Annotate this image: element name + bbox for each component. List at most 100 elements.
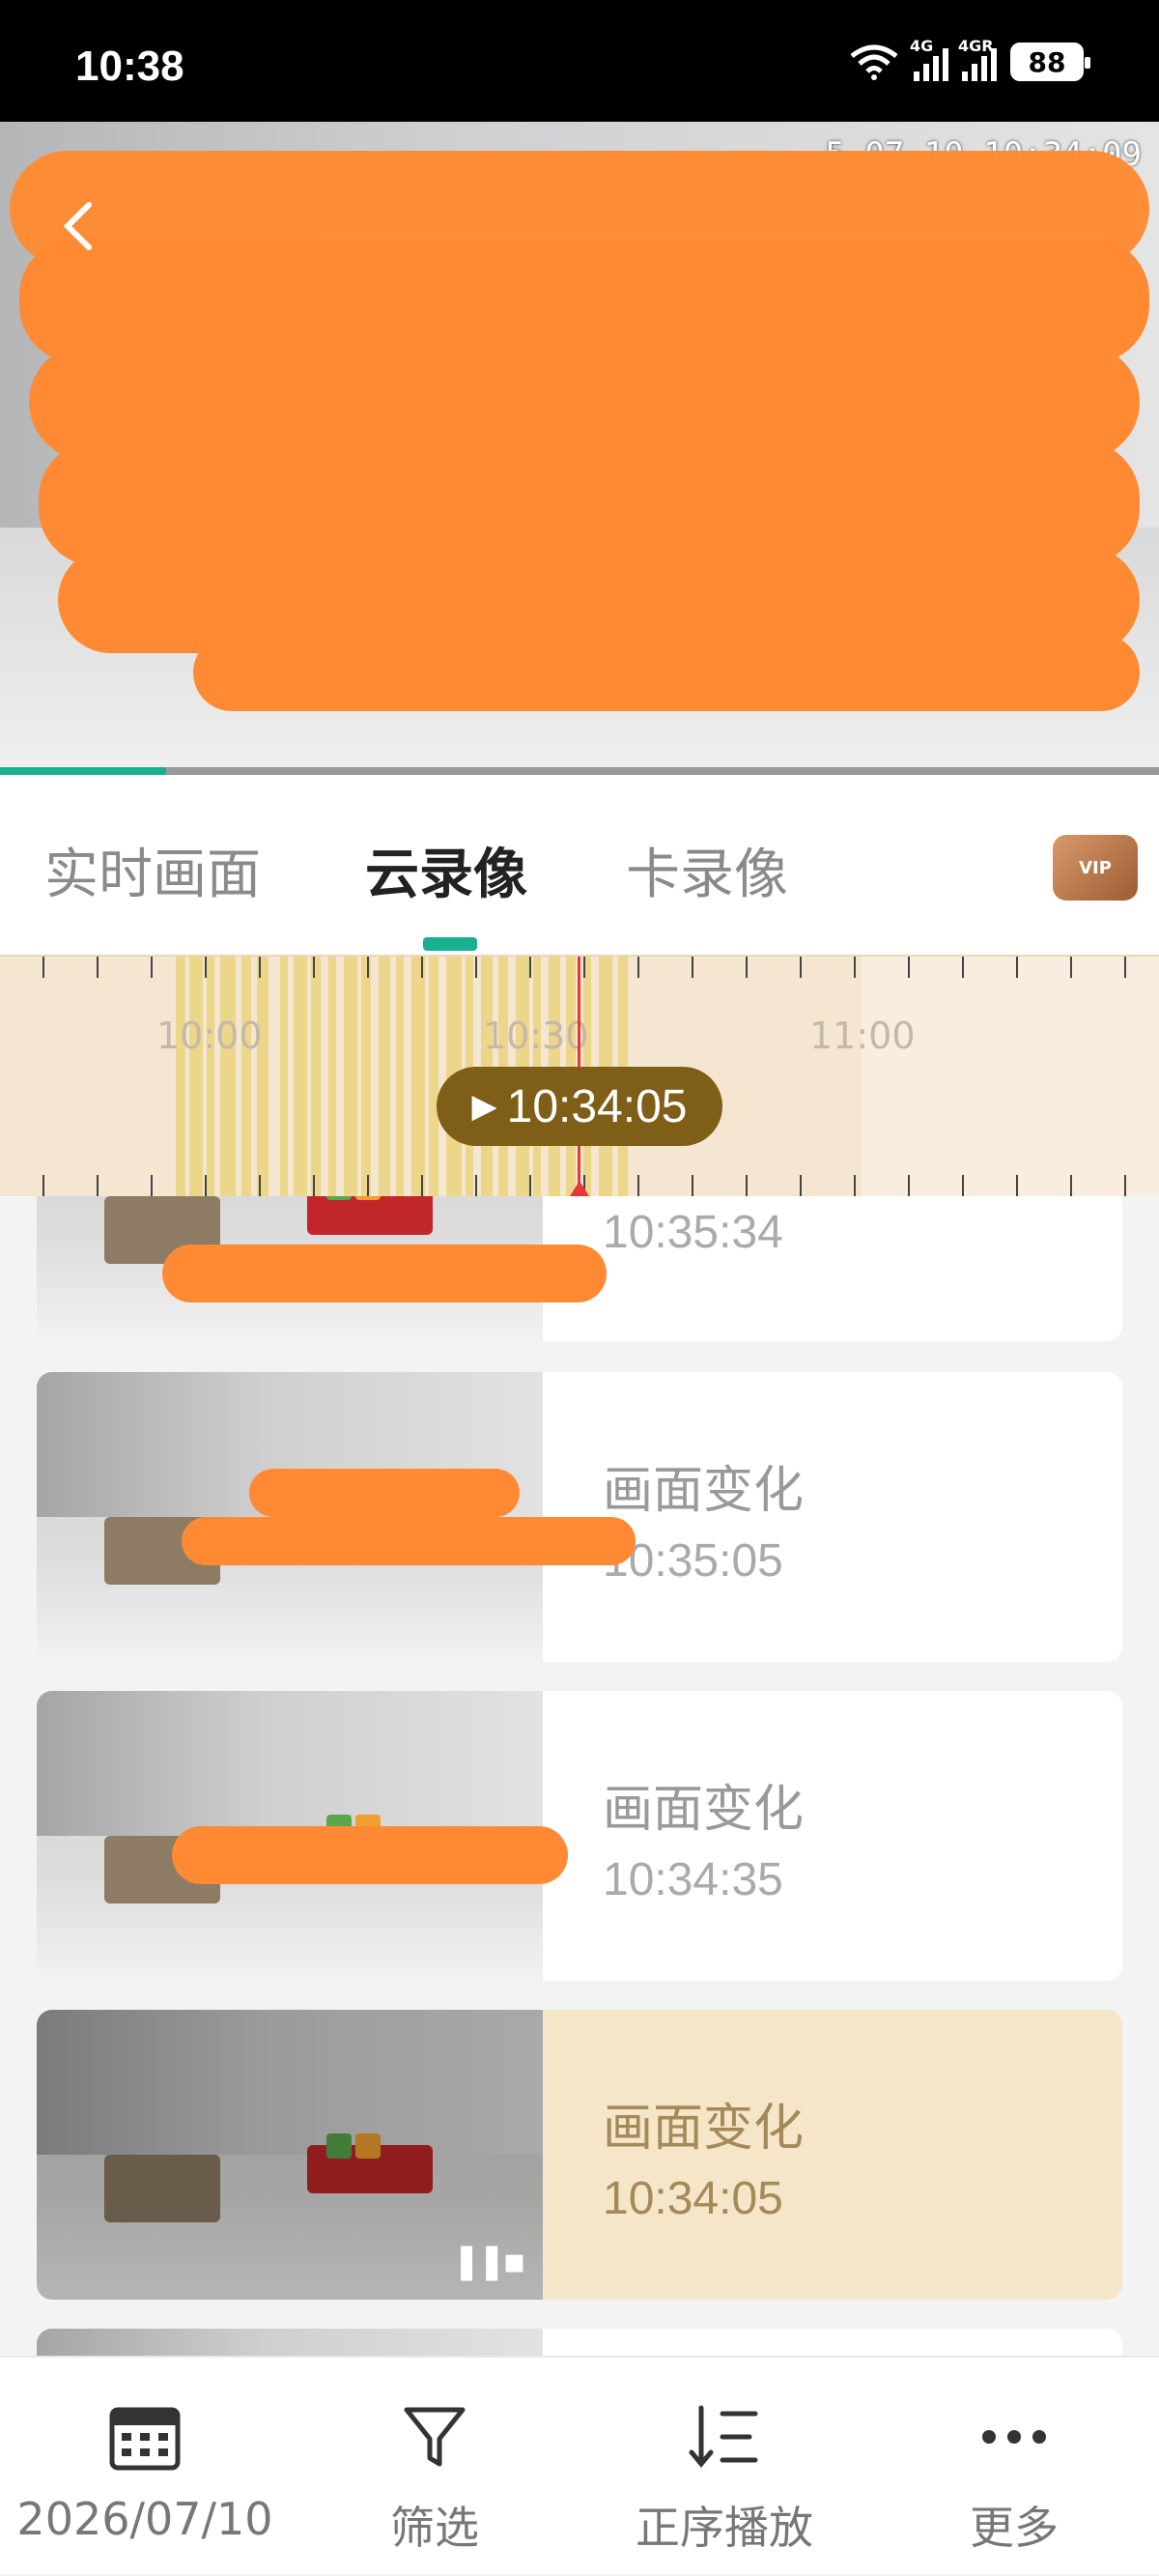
timeline-recorded-segment xyxy=(396,957,404,1196)
timeline-tick xyxy=(475,1175,477,1196)
timeline-tick xyxy=(313,957,315,978)
recording-item[interactable]: 画面变化 10:35:05 xyxy=(37,1372,1122,1662)
status-bar: 10:38 4G 4GR 88 xyxy=(0,0,1159,122)
timeline-recorded-segment xyxy=(411,957,425,1196)
recording-time: 10:35:34 xyxy=(603,1207,783,1258)
video-progress-bar[interactable] xyxy=(0,767,1159,775)
recording-item[interactable]: 画面变化 10:34:35 xyxy=(37,1691,1122,1981)
timeline-tick xyxy=(1070,1175,1072,1196)
timeline-recorded-segment xyxy=(280,957,288,1196)
tab-bar: 实时画面 云录像 卡录像 VIP xyxy=(0,775,1159,955)
redaction-scribble xyxy=(162,1245,607,1302)
wifi-icon xyxy=(850,44,898,80)
play-icon: ▶ xyxy=(471,1088,497,1125)
timeline-tick xyxy=(637,1175,639,1196)
status-time: 10:38 xyxy=(75,43,184,90)
timeline-tick xyxy=(259,957,261,978)
timeline-tick xyxy=(475,957,477,978)
timeline-cursor-marker xyxy=(570,1181,589,1196)
timeline-tick xyxy=(962,1175,964,1196)
recording-time: 10:34:05 xyxy=(603,2173,783,2224)
timeline-tick xyxy=(205,1175,207,1196)
timeline-empty-zone xyxy=(862,957,1159,1196)
timeline-tick xyxy=(367,1175,369,1196)
recording-list[interactable]: 10:35:34 画面变化 10:35:05 画面变化 10:34:35 ❚❚▪… xyxy=(0,1196,1159,2356)
timeline-recorded-segment xyxy=(220,957,236,1196)
timeline-recorded-segment xyxy=(361,957,371,1196)
timeline[interactable]: 10:00 10:30 11:00 ▶ 10:34:05 xyxy=(0,955,1159,1196)
tab-cloud-recording[interactable]: 云录像 xyxy=(365,831,527,909)
timeline-tick xyxy=(800,957,802,978)
recording-title: 画面变化 xyxy=(603,1781,805,1839)
status-icons: 4G 4GR 88 xyxy=(848,37,1090,81)
timeline-tick xyxy=(367,957,369,978)
timeline-tick xyxy=(746,957,748,978)
current-time-pill[interactable]: ▶ 10:34:05 xyxy=(437,1067,722,1146)
timeline-tick xyxy=(313,1175,315,1196)
recording-title: 画面变化 xyxy=(603,2100,805,2158)
recording-title: 画面变化 xyxy=(603,1462,805,1520)
redaction-scribble xyxy=(249,1469,520,1517)
timeline-tick xyxy=(529,1175,531,1196)
battery-icon: 88 xyxy=(1010,43,1090,81)
timeline-tick xyxy=(854,1175,856,1196)
signal-icon-1: 4G xyxy=(910,37,948,81)
timeline-tick xyxy=(205,957,207,978)
recording-thumbnail xyxy=(37,2329,543,2356)
timeline-recorded-segment xyxy=(294,957,307,1196)
redaction-scribble xyxy=(193,634,1140,711)
filter-button[interactable]: 筛选 xyxy=(290,2358,580,2576)
timeline-tick xyxy=(421,1175,423,1196)
timeline-tick xyxy=(908,957,910,978)
timeline-recorded-segment xyxy=(328,957,336,1196)
timeline-recorded-segment xyxy=(176,957,185,1196)
order-playback-button[interactable]: 正序播放 xyxy=(580,2358,869,2576)
timeline-label: 10:00 xyxy=(156,1015,263,1057)
timeline-tick xyxy=(800,1175,802,1196)
timeline-tick xyxy=(1016,1175,1018,1196)
more-button[interactable]: 更多 xyxy=(869,2358,1159,2576)
tab-live[interactable]: 实时画面 xyxy=(44,831,261,909)
timeline-tick xyxy=(583,957,585,978)
recording-item[interactable] xyxy=(37,2329,1122,2356)
timeline-tick xyxy=(962,957,964,978)
filter-label: 筛选 xyxy=(390,2502,479,2554)
date-label: 2026/07/10 xyxy=(16,2493,273,2545)
timeline-tick xyxy=(1016,957,1018,978)
timeline-tick xyxy=(42,1175,44,1196)
order-label: 正序播放 xyxy=(636,2502,813,2554)
timeline-tick xyxy=(692,1175,693,1196)
timeline-recorded-segment xyxy=(241,957,251,1196)
more-label: 更多 xyxy=(970,2502,1059,2554)
recording-item-selected[interactable]: ❚❚▪ 画面变化 10:34:05 xyxy=(37,2010,1122,2300)
video-player[interactable]: 5-07-10 10:34:09 xyxy=(0,122,1159,775)
date-picker-button[interactable]: 2026/07/10 xyxy=(0,2358,290,2576)
timeline-tick xyxy=(746,1175,748,1196)
timeline-recorded-segment xyxy=(379,957,390,1196)
timeline-tick xyxy=(151,957,153,978)
tab-card-recording[interactable]: 卡录像 xyxy=(626,831,788,909)
timeline-tick xyxy=(692,957,693,978)
timeline-label: 11:00 xyxy=(809,1015,916,1057)
timeline-tick xyxy=(854,957,856,978)
timeline-tick xyxy=(97,1175,99,1196)
timeline-tick xyxy=(908,1175,910,1196)
timeline-tick xyxy=(151,1175,153,1196)
redaction-scribble xyxy=(172,1826,568,1884)
sort-order-icon xyxy=(689,2405,758,2468)
filter-icon xyxy=(404,2407,466,2467)
vip-icon[interactable]: VIP xyxy=(1053,835,1138,901)
timeline-tick xyxy=(259,1175,261,1196)
recording-time: 10:34:35 xyxy=(603,1854,783,1905)
recording-item[interactable]: 10:35:34 xyxy=(37,1196,1122,1341)
timeline-label: 10:30 xyxy=(483,1015,589,1057)
current-time: 10:34:05 xyxy=(506,1080,688,1132)
timeline-recorded-segment xyxy=(189,957,203,1196)
tab-indicator xyxy=(423,937,477,951)
timeline-tick xyxy=(529,957,531,978)
timeline-tick xyxy=(637,957,639,978)
back-icon[interactable] xyxy=(39,187,116,265)
timeline-recorded-segment xyxy=(257,957,269,1196)
more-icon xyxy=(982,2430,1046,2444)
timeline-tick xyxy=(42,957,44,978)
